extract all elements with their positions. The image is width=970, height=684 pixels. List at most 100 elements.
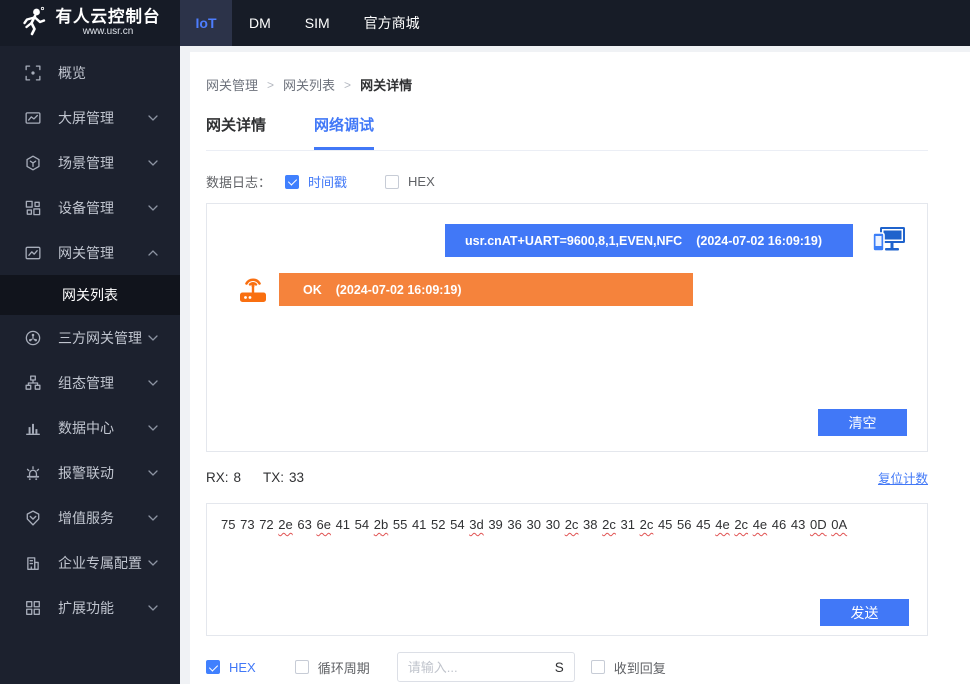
hex-display-checkbox-group[interactable]: HEX bbox=[385, 174, 435, 189]
hex-byte: 43 bbox=[791, 517, 805, 532]
breadcrumb-gateway-management[interactable]: 网关管理 bbox=[206, 75, 258, 94]
tab-network-debug[interactable]: 网络调试 bbox=[314, 114, 374, 150]
sidebar-item-报警联动[interactable]: 报警联动 bbox=[0, 450, 180, 495]
brand-subtitle: www.usr.cn bbox=[83, 27, 134, 38]
sidebar-item-三方网关管理[interactable]: 三方网关管理 bbox=[0, 315, 180, 360]
sidebar-item-label: 场景管理 bbox=[58, 153, 148, 173]
hex-byte: 39 bbox=[488, 517, 502, 532]
sidebar-item-网关管理[interactable]: 网关管理 bbox=[0, 230, 180, 275]
send-button[interactable]: 发送 bbox=[820, 599, 909, 626]
received-message-row: OK (2024-07-02 16:09:19) bbox=[207, 273, 927, 306]
sent-message-time: (2024-07-02 16:09:19) bbox=[696, 234, 822, 248]
loop-period-input[interactable] bbox=[408, 660, 549, 675]
breadcrumb-separator: > bbox=[344, 78, 351, 92]
computer-icon bbox=[871, 225, 907, 256]
sidebar-item-大屏管理[interactable]: 大屏管理 bbox=[0, 95, 180, 140]
topnav-item-SIM[interactable]: SIM bbox=[288, 0, 347, 46]
sidebar-item-设备管理[interactable]: 设备管理 bbox=[0, 185, 180, 230]
value-added-icon bbox=[25, 510, 41, 526]
received-message-text: OK bbox=[303, 283, 322, 297]
hex-byte: 6e bbox=[316, 517, 330, 532]
sidebar-item-label: 扩展功能 bbox=[58, 598, 148, 618]
device-icon bbox=[25, 200, 41, 216]
sidebar-item-label: 设备管理 bbox=[58, 198, 148, 218]
hex-byte: 55 bbox=[393, 517, 407, 532]
sidebar-item-组态管理[interactable]: 组态管理 bbox=[0, 360, 180, 405]
data-center-icon bbox=[25, 420, 41, 436]
third-party-gateway-icon bbox=[25, 330, 41, 346]
breadcrumb-gateway-list[interactable]: 网关列表 bbox=[283, 75, 335, 94]
content-area: 网关管理 > 网关列表 > 网关详情 网关详情 网络调试 数据日志： 时间戳 H… bbox=[180, 46, 970, 684]
send-input-panel[interactable]: 75 73 72 2e 63 6e 41 54 2b 55 41 52 54 3… bbox=[206, 503, 928, 636]
hex-send-checkbox[interactable] bbox=[206, 660, 220, 674]
sidebar-item-概览[interactable]: 概览 bbox=[0, 50, 180, 95]
clear-button[interactable]: 清空 bbox=[818, 409, 907, 436]
chevron-down-icon bbox=[148, 470, 158, 476]
sidebar-item-数据中心[interactable]: 数据中心 bbox=[0, 405, 180, 450]
hex-display-label: HEX bbox=[408, 174, 435, 189]
scene-icon bbox=[25, 155, 41, 171]
usr-person-logo-icon bbox=[20, 6, 48, 41]
hex-byte: 2c bbox=[640, 517, 654, 532]
topnav-item-DM[interactable]: DM bbox=[232, 0, 288, 46]
hex-byte: 4e bbox=[715, 517, 729, 532]
sidebar-item-label: 数据中心 bbox=[58, 418, 148, 438]
chevron-down-icon bbox=[148, 380, 158, 386]
data-log-controls: 数据日志： 时间戳 HEX bbox=[206, 172, 928, 191]
hex-byte: 63 bbox=[297, 517, 311, 532]
hex-byte: 2c bbox=[734, 517, 748, 532]
reply-received-checkbox[interactable] bbox=[591, 660, 605, 674]
sidebar-item-企业专属配置[interactable]: 企业专属配置 bbox=[0, 540, 180, 585]
hex-byte: 30 bbox=[546, 517, 560, 532]
hex-byte: 2e bbox=[278, 517, 292, 532]
tab-gateway-detail[interactable]: 网关详情 bbox=[206, 114, 266, 150]
chevron-down-icon bbox=[148, 115, 158, 121]
breadcrumb-gateway-detail: 网关详情 bbox=[360, 75, 412, 94]
sidebar-item-label: 企业专属配置 bbox=[58, 553, 148, 573]
timestamp-checkbox[interactable] bbox=[285, 175, 299, 189]
reset-counter-link[interactable]: 复位计数 bbox=[878, 468, 928, 487]
hex-input[interactable]: 75 73 72 2e 63 6e 41 54 2b 55 41 52 54 3… bbox=[221, 515, 913, 535]
loop-period-checkbox-group[interactable]: 循环周期 bbox=[295, 658, 370, 677]
data-log-label: 数据日志： bbox=[206, 172, 271, 191]
sidebar-item-增值服务[interactable]: 增值服务 bbox=[0, 495, 180, 540]
hex-display-checkbox[interactable] bbox=[385, 175, 399, 189]
tab-bar: 网关详情 网络调试 bbox=[206, 114, 928, 151]
hex-byte: 36 bbox=[507, 517, 521, 532]
sidebar-item-扩展功能[interactable]: 扩展功能 bbox=[0, 585, 180, 630]
sidebar-item-label: 网关管理 bbox=[58, 243, 148, 263]
loop-period-checkbox[interactable] bbox=[295, 660, 309, 674]
sidebar-subitem-网关列表[interactable]: 网关列表 bbox=[0, 275, 180, 315]
chevron-down-icon bbox=[148, 515, 158, 521]
sidebar-item-场景管理[interactable]: 场景管理 bbox=[0, 140, 180, 185]
sent-message-row: usr.cnAT+UART=9600,8,1,EVEN,NFC (2024-07… bbox=[207, 224, 927, 257]
hex-byte: 3d bbox=[469, 517, 483, 532]
hex-byte: 46 bbox=[772, 517, 786, 532]
brand-logo[interactable]: 有人云控制台 www.usr.cn bbox=[0, 0, 180, 46]
hex-byte: 45 bbox=[658, 517, 672, 532]
app-window: 有人云控制台 www.usr.cn IoTDMSIM官方商城 概览大屏管理场景管… bbox=[0, 0, 970, 684]
timestamp-checkbox-group[interactable]: 时间戳 bbox=[285, 172, 347, 191]
top-nav-items: IoTDMSIM官方商城 bbox=[180, 0, 437, 46]
hex-byte: 72 bbox=[259, 517, 273, 532]
hex-send-checkbox-group[interactable]: HEX bbox=[206, 660, 256, 675]
topnav-item-IoT[interactable]: IoT bbox=[180, 0, 232, 46]
topnav-item-官方商城[interactable]: 官方商城 bbox=[347, 0, 437, 46]
sent-message-text: usr.cnAT+UART=9600,8,1,EVEN,NFC bbox=[465, 234, 682, 248]
hex-byte: 56 bbox=[677, 517, 691, 532]
chevron-down-icon bbox=[148, 335, 158, 341]
hex-byte: 54 bbox=[355, 517, 369, 532]
rx-label: RX: bbox=[206, 470, 229, 485]
hex-byte: 38 bbox=[583, 517, 597, 532]
tx-label: TX: bbox=[263, 470, 284, 485]
brand-title: 有人云控制台 bbox=[56, 9, 161, 26]
sidebar-item-label: 三方网关管理 bbox=[58, 328, 148, 348]
counter-row: RX:8 TX:33 复位计数 bbox=[206, 452, 928, 503]
hex-byte: 30 bbox=[527, 517, 541, 532]
sidebar: 概览大屏管理场景管理设备管理网关管理网关列表三方网关管理组态管理数据中心报警联动… bbox=[0, 46, 180, 684]
reply-received-checkbox-group[interactable]: 收到回复 bbox=[591, 658, 666, 677]
chevron-up-icon bbox=[148, 250, 158, 256]
configuration-icon bbox=[25, 375, 41, 391]
hex-send-label: HEX bbox=[229, 660, 256, 675]
breadcrumb: 网关管理 > 网关列表 > 网关详情 bbox=[206, 52, 928, 94]
